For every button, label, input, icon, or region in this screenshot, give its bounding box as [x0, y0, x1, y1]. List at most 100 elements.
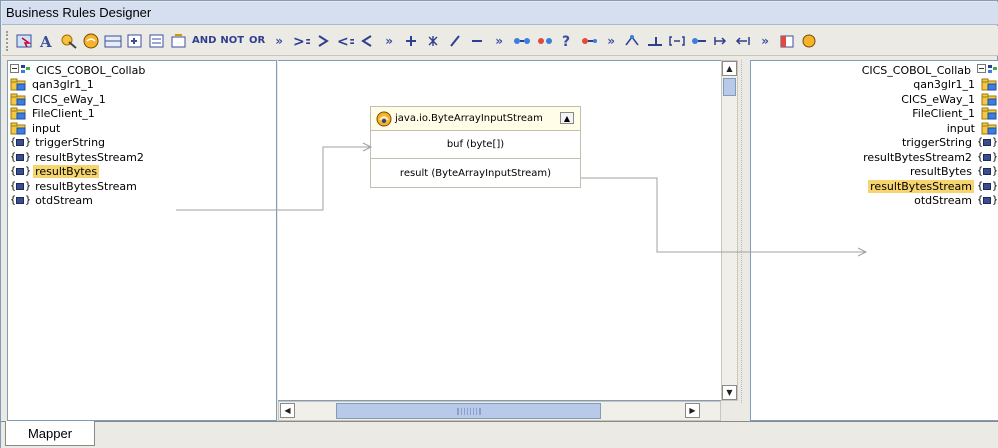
- tree-item-label: resultBytesStream: [35, 179, 137, 193]
- tree-item-label: input: [946, 121, 975, 135]
- tree-item[interactable]: resultBytesStream2 {}: [860, 150, 998, 165]
- tree-item[interactable]: CICS_eWay_1: [860, 92, 997, 107]
- less-than-icon[interactable]: [358, 30, 376, 52]
- scroll-down-button[interactable]: ▼: [722, 385, 737, 400]
- tree-item-label: FileClient_1: [32, 107, 95, 121]
- otd-folder-icon: [10, 93, 26, 106]
- otd-folder-icon: [981, 93, 997, 106]
- vertical-scroll-thumb[interactable]: [723, 78, 736, 96]
- tree-item[interactable]: resultBytesStream{}: [860, 179, 998, 194]
- less-equal-icon[interactable]: <=: [336, 30, 354, 52]
- field-icon: {}: [976, 166, 998, 178]
- table-view-icon[interactable]: [778, 30, 796, 52]
- tree-item-label: resultBytesStream: [868, 179, 974, 193]
- tree-item[interactable]: input: [10, 121, 147, 136]
- otd-folder-icon: [981, 107, 997, 120]
- tree-item[interactable]: otdStream {}: [860, 194, 998, 209]
- tree-root-label: CICS_COBOL_Collab: [861, 63, 971, 77]
- assign-icon[interactable]: [646, 30, 664, 52]
- add-method-icon[interactable]: [126, 30, 144, 52]
- tree-item[interactable]: qan3glr1_1: [860, 78, 997, 93]
- java-method-box[interactable]: java.io.ByteArrayInputStream ▲ buf (byte…: [370, 106, 581, 188]
- add-field-icon[interactable]: [148, 30, 166, 52]
- tree-item[interactable]: triggerString {}: [860, 136, 998, 151]
- right-divider: [741, 60, 742, 403]
- or-operator-button[interactable]: OR: [248, 30, 266, 52]
- tree-item[interactable]: input: [860, 121, 997, 136]
- tree-root[interactable]: CICS_COBOL_Collab: [860, 63, 997, 78]
- array-op-icon[interactable]: [624, 30, 642, 52]
- bracket-op-icon[interactable]: [668, 30, 686, 52]
- add-icon[interactable]: [402, 30, 420, 52]
- text-literal-icon[interactable]: A: [38, 30, 56, 52]
- tree-item-label: otdStream: [35, 194, 93, 208]
- field-icon: {}: [976, 137, 998, 149]
- tree-item[interactable]: FileClient_1: [10, 107, 147, 122]
- greater-equal-icon[interactable]: >=: [292, 30, 310, 52]
- divide-icon[interactable]: [446, 30, 464, 52]
- greater-than-icon[interactable]: [314, 30, 332, 52]
- subtract-icon[interactable]: [468, 30, 486, 52]
- more-string-ops-button[interactable]: »: [602, 30, 620, 52]
- tab-mapper-label: Mapper: [27, 425, 73, 441]
- tree-root-label: CICS_COBOL_Collab: [36, 63, 146, 77]
- add-constructor-icon[interactable]: [170, 30, 188, 52]
- horizontal-scrollbar[interactable]: ◀ ▶: [278, 401, 721, 421]
- business-rules-designer-window: Business Rules Designer A AND NOT OR » >…: [0, 0, 998, 448]
- more-comparison-ops-button[interactable]: »: [380, 30, 398, 52]
- tree-item-label: resultBytesStream2: [35, 150, 144, 164]
- class-browser-icon[interactable]: [60, 30, 78, 52]
- toolbar-grip[interactable]: [6, 30, 10, 51]
- destination-tree-pane[interactable]: CICS_COBOL_Collab qan3glr1_1 CICS_eWay_1 Fi…: [750, 60, 998, 421]
- scroll-left-button[interactable]: ◀: [280, 403, 295, 418]
- tree-item[interactable]: CICS_eWay_1: [10, 92, 147, 107]
- validate-icon[interactable]: [800, 30, 818, 52]
- grid-icon[interactable]: [104, 30, 122, 52]
- horizontal-scroll-thumb[interactable]: [336, 403, 601, 419]
- tree-item[interactable]: {} otdStream: [10, 194, 147, 209]
- and-operator-button[interactable]: AND: [192, 30, 216, 52]
- more-misc-ops-button[interactable]: »: [756, 30, 774, 52]
- scroll-up-button[interactable]: ▲: [722, 61, 737, 76]
- tree-item-label: FileClient_1: [912, 107, 975, 121]
- field-icon: {}: [10, 151, 31, 163]
- multiply-icon[interactable]: [424, 30, 442, 52]
- string-op-icon[interactable]: [580, 30, 598, 52]
- tree-item[interactable]: qan3glr1_1: [10, 78, 147, 93]
- method-box-header[interactable]: java.io.ByteArrayInputStream ▲: [371, 107, 580, 131]
- collab-root-icon: [10, 64, 30, 76]
- right-pad-icon[interactable]: [734, 30, 752, 52]
- tree-item[interactable]: {} triggerString: [10, 136, 147, 151]
- select-object-icon[interactable]: [16, 30, 34, 52]
- left-pad-icon[interactable]: [712, 30, 730, 52]
- tree-item[interactable]: FileClient_1: [860, 107, 997, 122]
- tree-item[interactable]: {} resultBytes: [10, 165, 147, 180]
- more-boolean-ops-button[interactable]: »: [270, 30, 288, 52]
- substring-icon[interactable]: [536, 30, 554, 52]
- field-icon: {}: [10, 166, 31, 178]
- tree-item-label: CICS_eWay_1: [901, 92, 975, 106]
- method-output-param[interactable]: result (ByteArrayInputStream): [371, 159, 580, 187]
- otd-folder-icon: [10, 122, 26, 135]
- help-icon[interactable]: ?: [558, 30, 576, 52]
- scroll-right-button[interactable]: ▶: [685, 403, 700, 418]
- tab-mapper[interactable]: Mapper: [5, 421, 95, 446]
- otd-folder-icon: [10, 107, 26, 120]
- not-operator-button[interactable]: NOT: [220, 30, 244, 52]
- tree-item[interactable]: {} resultBytesStream2: [10, 150, 147, 165]
- java-class-icon[interactable]: [82, 30, 100, 52]
- tree-item-label: resultBytesStream2: [863, 150, 972, 164]
- vertical-scrollbar[interactable]: ▲ ▼: [721, 60, 738, 401]
- source-tree-pane[interactable]: CICS_COBOL_Collab qan3glr1_1 CICS_eWay_1 Fi…: [7, 60, 277, 421]
- tree-item[interactable]: resultBytes {}: [860, 165, 998, 180]
- tree-root[interactable]: CICS_COBOL_Collab: [10, 63, 147, 78]
- tree-item-label: triggerString: [35, 136, 106, 150]
- method-box-title: java.io.ByteArrayInputStream: [395, 113, 543, 124]
- link-op-icon[interactable]: [690, 30, 708, 52]
- more-math-ops-button[interactable]: »: [490, 30, 508, 52]
- method-input-param[interactable]: buf (byte[]): [371, 131, 580, 159]
- collapse-box-button[interactable]: ▲: [560, 112, 574, 124]
- tree-item[interactable]: {} resultBytesStream: [10, 179, 147, 194]
- concat-icon[interactable]: [512, 30, 532, 52]
- tree-item-label: input: [32, 121, 61, 135]
